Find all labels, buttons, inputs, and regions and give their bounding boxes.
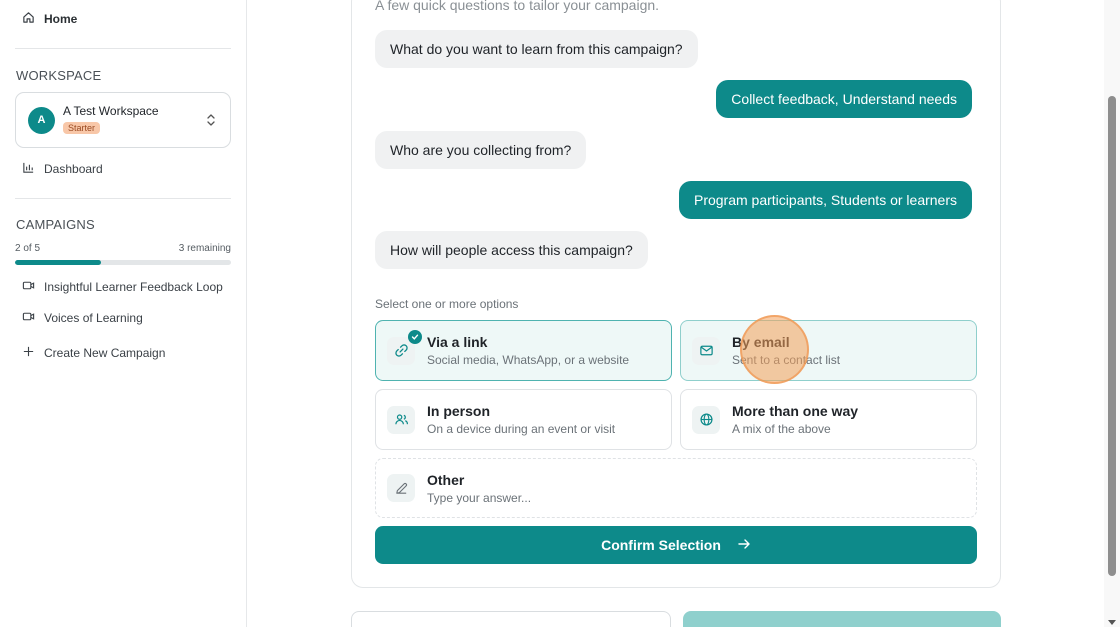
answer-bubble: Program participants, Students or learne… [678, 181, 972, 219]
users-icon [387, 405, 415, 434]
workspace-switcher[interactable]: A A Test Workspace Starter [15, 92, 231, 148]
create-campaign-button[interactable]: Create New Campaign [22, 343, 165, 363]
option-description: On a device during an event or visit [427, 422, 616, 436]
other-answer-input[interactable]: Type your answer... [427, 491, 531, 505]
plan-badge: Starter [63, 122, 101, 134]
sidebar-item-campaign[interactable]: Voices of Learning [22, 308, 143, 328]
question-bubble: Who are you collecting from? [375, 131, 587, 169]
option-description: Social media, WhatsApp, or a website [427, 353, 630, 367]
option-title: Other [427, 471, 465, 488]
plus-icon [22, 345, 35, 361]
option-description: Sent to a contact list [732, 353, 841, 367]
video-icon [22, 279, 35, 295]
campaign-label: Insightful Learner Feedback Loop [44, 280, 223, 294]
question-bubble: How will people access this campaign? [375, 231, 648, 269]
create-campaign-label: Create New Campaign [44, 346, 166, 360]
nav-dashboard-label: Dashboard [44, 162, 103, 176]
workspace-section-title: WORKSPACE [16, 68, 102, 83]
question-bubble: What do you want to learn from this camp… [375, 30, 698, 68]
bar-chart-icon [22, 161, 35, 177]
option-title: More than one way [732, 403, 859, 419]
campaigns-count: 2 of 5 [15, 243, 41, 254]
confirm-selection-button[interactable]: Confirm Selection [375, 526, 977, 564]
mail-icon [692, 336, 720, 365]
option-by-email[interactable]: By email Sent to a contact list [680, 320, 977, 381]
continue-button[interactable] [683, 611, 1001, 627]
option-title: By email [732, 334, 790, 350]
campaigns-progress-bar [15, 260, 231, 265]
option-other[interactable]: Other Type your answer... [375, 458, 977, 518]
nav-home[interactable]: Home [22, 9, 77, 29]
option-in-person[interactable]: In person On a device during an event or… [375, 389, 672, 450]
link-icon [387, 329, 422, 365]
campaign-label: Voices of Learning [44, 311, 143, 325]
option-title: Via a link [427, 334, 488, 350]
option-via-link[interactable]: Via a link Social media, WhatsApp, or a … [375, 320, 672, 381]
campaigns-progress-fill [15, 260, 102, 265]
campaigns-section-title: CAMPAIGNS [16, 217, 95, 232]
nav-home-label: Home [44, 12, 78, 26]
home-icon [22, 11, 35, 27]
select-hint: Select one or more options [375, 297, 519, 311]
video-icon [22, 310, 35, 326]
answer-bubble: Collect feedback, Understand needs [716, 80, 972, 118]
check-icon [408, 329, 422, 344]
globe-icon [692, 405, 720, 434]
sidebar-item-campaign[interactable]: Insightful Learner Feedback Loop [22, 277, 223, 297]
campaigns-remaining: 3 remaining [178, 243, 231, 254]
chat-subtitle: A few quick questions to tailor your cam… [375, 0, 660, 13]
option-more-than-one[interactable]: More than one way A mix of the above [680, 389, 977, 450]
sidebar: Home WORKSPACE A A Test Workspace Starte… [0, 0, 247, 627]
campaigns-usage: 2 of 5 3 remaining [15, 243, 231, 254]
arrow-right-icon [737, 537, 751, 554]
option-description: A mix of the above [732, 422, 831, 436]
scrollbar-thumb[interactable] [1108, 96, 1116, 576]
confirm-label: Confirm Selection [601, 537, 721, 553]
chevron-up-down-icon [204, 113, 218, 127]
divider [15, 198, 231, 199]
back-button[interactable] [351, 611, 671, 627]
workspace-name: A Test Workspace [63, 104, 159, 118]
nav-dashboard[interactable]: Dashboard [22, 159, 103, 179]
avatar: A [28, 106, 55, 134]
pencil-icon [387, 474, 415, 502]
divider [15, 48, 231, 49]
option-title: In person [427, 403, 491, 419]
scroll-down-arrow-icon[interactable] [1107, 614, 1117, 625]
